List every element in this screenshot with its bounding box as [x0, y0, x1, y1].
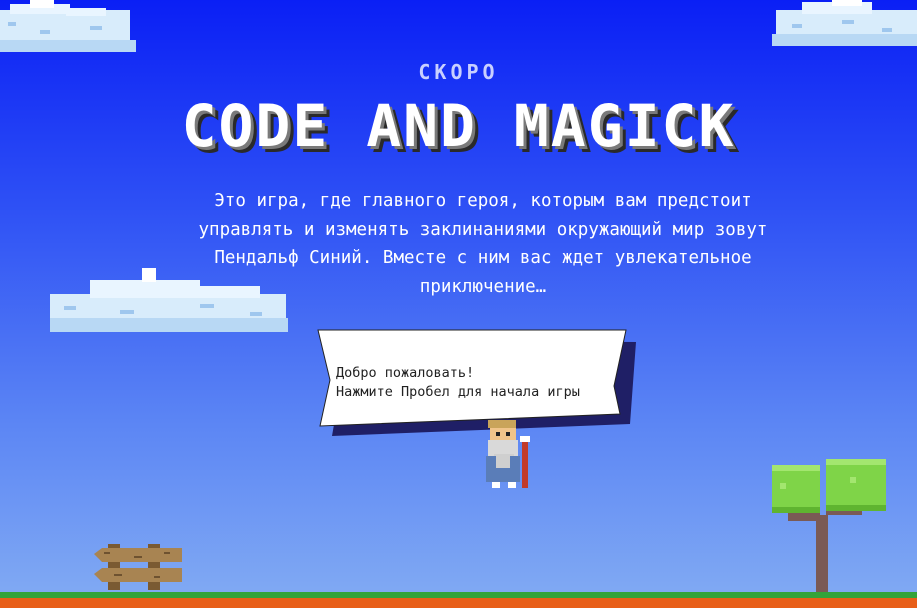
welcome-line: Добро пожаловать!: [336, 365, 475, 381]
cloud-top-left-icon: [0, 0, 136, 52]
coming-soon-label: СКОРО: [418, 60, 499, 84]
game-title: CODE AND MAGICK: [181, 92, 736, 160]
ground-dirt: [0, 598, 917, 608]
fence-icon: [94, 544, 182, 590]
cloud-top-right-icon: [772, 0, 917, 46]
tree-icon: [772, 459, 886, 593]
game-description: Это игра, где главного героя, которым ва…: [198, 191, 768, 297]
speech-bubble-text: Добро пожаловать! Нажмите Пробел для нач…: [336, 364, 580, 402]
press-space-line: Нажмите Пробел для начала игры: [336, 384, 580, 400]
speech-bubble: Добро пожаловать! Нажмите Пробел для нач…: [314, 328, 644, 440]
wizard-icon: [486, 420, 530, 488]
